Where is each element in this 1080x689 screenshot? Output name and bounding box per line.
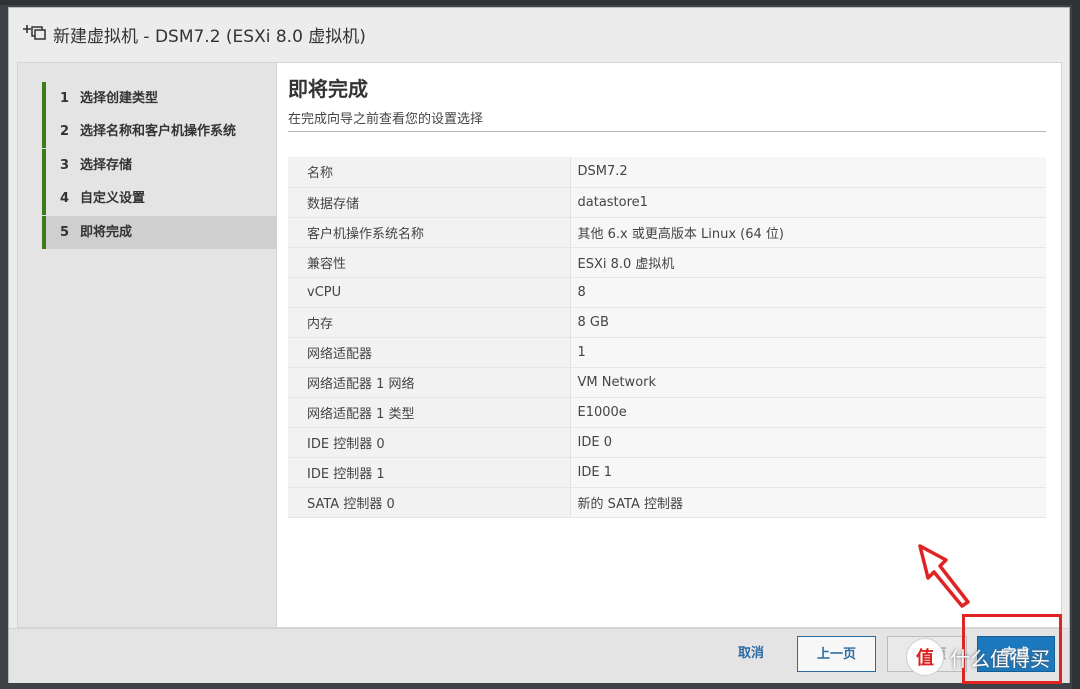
setting-name: 兼容性 xyxy=(288,247,571,278)
setting-name: 数据存储 xyxy=(288,187,571,218)
add-vm-icon xyxy=(23,25,46,40)
watermark-text: 什么值得买 xyxy=(950,646,1050,671)
table-row: 网络适配器 1 xyxy=(288,337,1046,368)
setting-value: ESXi 8.0 虚拟机 xyxy=(570,247,1046,278)
setting-name: vCPU xyxy=(288,277,571,308)
setting-value: IDE 0 xyxy=(570,427,1046,458)
table-row: IDE 控制器 1 IDE 1 xyxy=(288,457,1046,488)
step-number: 5 xyxy=(60,225,70,240)
table-row: 兼容性 ESXi 8.0 虚拟机 xyxy=(288,247,1046,278)
annotation-arrow-icon xyxy=(918,544,970,608)
wizard-steps: 1 选择创建类型 2 选择名称和客户机操作系统 3 选择存储 4 自定义设置 5 即将完成 xyxy=(17,62,278,628)
divider xyxy=(288,131,1046,132)
step-number: 3 xyxy=(60,158,70,173)
setting-name: SATA 控制器 0 xyxy=(288,487,571,518)
dialog-titlebar: 新建虚拟机 - DSM7.2 (ESXi 8.0 虚拟机) xyxy=(9,8,1069,60)
step-label: 选择创建类型 xyxy=(80,91,159,106)
setting-value: E1000e xyxy=(570,397,1046,428)
setting-value: 8 GB xyxy=(570,307,1046,338)
previous-button[interactable]: 上一页 xyxy=(797,636,876,672)
setting-value: IDE 1 xyxy=(570,457,1046,488)
table-row: SATA 控制器 0 新的 SATA 控制器 xyxy=(288,487,1046,518)
page-title: 即将完成 xyxy=(288,77,368,101)
wizard-step-2[interactable]: 2 选择名称和客户机操作系统 xyxy=(42,115,278,148)
backdrop-top-strip xyxy=(0,0,1080,5)
table-row: 名称 DSM7.2 xyxy=(288,157,1046,188)
wizard-step-5[interactable]: 5 即将完成 xyxy=(42,216,278,249)
table-row: 网络适配器 1 网络 VM Network xyxy=(288,367,1046,398)
table-row: vCPU 8 xyxy=(288,277,1046,308)
watermark-logo-icon: 值 xyxy=(906,638,944,676)
setting-value: 8 xyxy=(570,277,1046,308)
setting-name: 网络适配器 xyxy=(288,337,571,368)
step-label: 选择存储 xyxy=(80,158,133,173)
setting-value: 新的 SATA 控制器 xyxy=(570,487,1046,518)
step-label: 即将完成 xyxy=(80,225,133,240)
table-row: IDE 控制器 0 IDE 0 xyxy=(288,427,1046,458)
setting-name: IDE 控制器 0 xyxy=(288,427,571,458)
setting-name: 客户机操作系统名称 xyxy=(288,217,571,248)
wizard-step-1[interactable]: 1 选择创建类型 xyxy=(42,82,278,115)
table-row: 网络适配器 1 类型 E1000e xyxy=(288,397,1046,428)
setting-name: 网络适配器 1 网络 xyxy=(288,367,571,398)
backdrop-right-strip xyxy=(1072,0,1080,689)
step-number: 2 xyxy=(60,124,70,139)
step-number: 1 xyxy=(60,91,70,106)
new-vm-dialog: 新建虚拟机 - DSM7.2 (ESXi 8.0 虚拟机) 1 选择创建类型 2选… xyxy=(8,7,1070,683)
step-label: 选择名称和客户机操作系统 xyxy=(80,124,237,139)
table-row: 内存 8 GB xyxy=(288,307,1046,338)
dialog-title: 新建虚拟机 - DSM7.2 (ESXi 8.0 虚拟机) xyxy=(53,27,366,47)
step-label: 自定义设置 xyxy=(80,191,146,206)
setting-value: DSM7.2 xyxy=(570,157,1046,188)
setting-value: 1 xyxy=(570,337,1046,368)
setting-name: 名称 xyxy=(288,157,571,188)
wizard-step-4[interactable]: 4 自定义设置 xyxy=(42,182,278,215)
table-row: 数据存储 datastore1 xyxy=(288,187,1046,218)
cancel-button[interactable]: 取消 xyxy=(721,636,781,672)
setting-value: datastore1 xyxy=(570,187,1046,218)
setting-value: VM Network xyxy=(570,367,1046,398)
setting-name: 内存 xyxy=(288,307,571,338)
summary-table: 名称 DSM7.2 数据存储 datastore1 客户机操作系统名称 其他 6.x … xyxy=(288,157,1046,518)
wizard-step-3[interactable]: 3 选择存储 xyxy=(42,149,278,182)
table-row: 客户机操作系统名称 其他 6.x 或更高版本 Linux (64 位) xyxy=(288,217,1046,248)
setting-name: IDE 控制器 1 xyxy=(288,457,571,488)
watermark: 值 什么值得买 xyxy=(906,637,1076,677)
step-number: 4 xyxy=(60,191,70,206)
setting-value: 其他 6.x 或更高版本 Linux (64 位) xyxy=(570,217,1046,248)
page-subtitle: 在完成向导之前查看您的设置选择 xyxy=(288,112,484,127)
setting-name: 网络适配器 1 类型 xyxy=(288,397,571,428)
